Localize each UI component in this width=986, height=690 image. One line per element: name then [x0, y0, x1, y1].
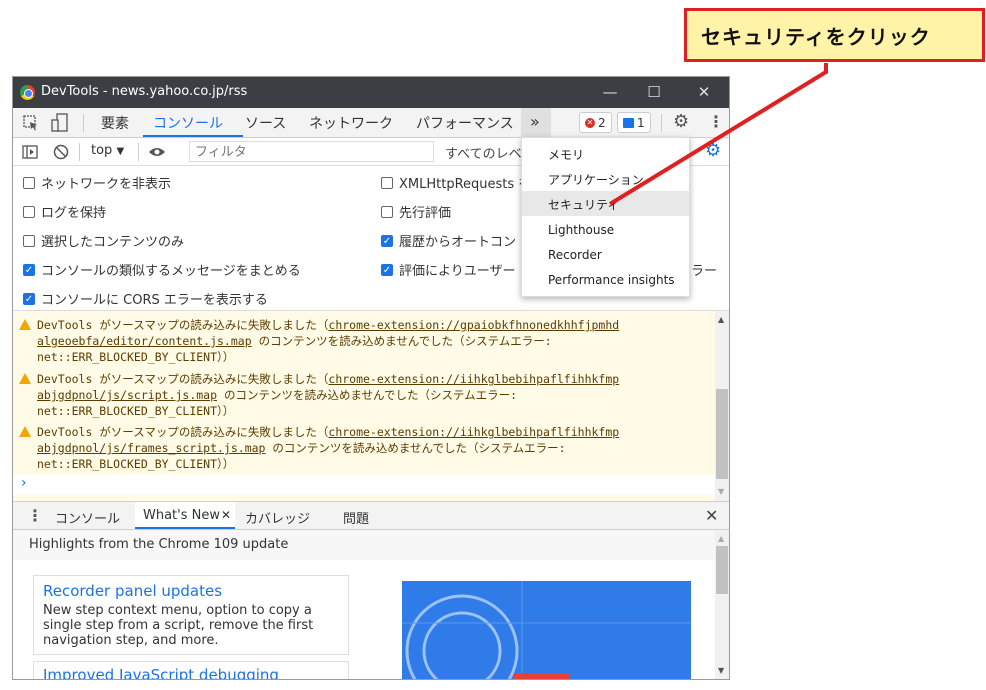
arrow-line — [608, 63, 828, 206]
annotation-arrow — [608, 63, 828, 206]
